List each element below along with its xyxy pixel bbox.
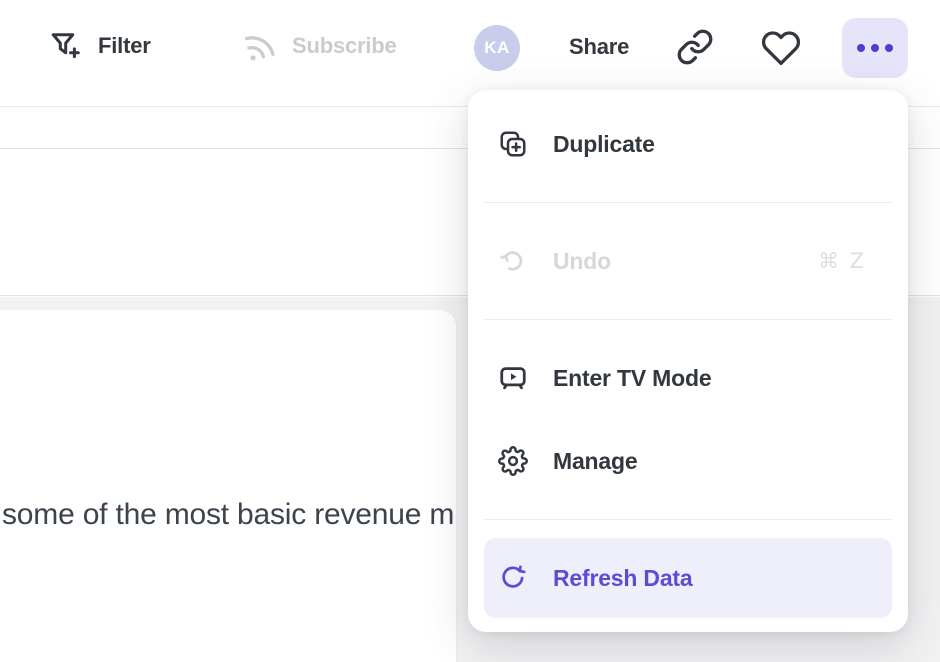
ellipsis-dot [871,44,879,52]
app-screen: some of the most basic revenue m Filter [0,0,940,662]
menu-divider [484,202,892,203]
undo-icon [498,246,528,276]
tv-mode-icon [498,363,528,393]
menu-item-duplicate[interactable]: Duplicate [484,104,892,184]
menu-label: Refresh Data [553,565,693,592]
subscribe-label: Subscribe [292,33,397,59]
ellipsis-dot [857,44,865,52]
menu-label: Undo [553,248,611,275]
content-card: some of the most basic revenue m [0,310,456,662]
menu-item-manage[interactable]: Manage [484,421,892,501]
menu-label: Duplicate [553,131,655,158]
more-options-menu: Duplicate Undo ⌘ Z Enter TV M [468,90,908,632]
menu-label: Manage [553,448,637,475]
refresh-icon [498,563,528,593]
menu-item-undo[interactable]: Undo ⌘ Z [484,221,892,301]
share-button[interactable]: Share [569,34,629,60]
duplicate-icon [498,129,528,159]
avatar[interactable]: KA [474,25,520,71]
keyboard-shortcut: ⌘ Z [818,249,866,273]
rss-subscribe-icon [242,28,278,64]
menu-item-refresh-data[interactable]: Refresh Data [484,538,892,618]
copy-link-button[interactable] [676,28,714,66]
filter-label: Filter [98,33,151,59]
menu-divider [484,519,892,520]
heart-icon [761,28,801,68]
menu-divider [484,319,892,320]
link-icon [676,28,714,66]
more-options-button[interactable] [842,18,908,78]
subscribe-button[interactable]: Subscribe [242,28,397,64]
gear-icon [498,446,528,476]
menu-label: Enter TV Mode [553,365,711,392]
menu-item-tv-mode[interactable]: Enter TV Mode [484,338,892,418]
share-label: Share [569,34,629,60]
avatar-initials: KA [484,38,510,58]
filter-button[interactable]: Filter [48,28,151,64]
favorite-button[interactable] [761,28,801,68]
filter-funnel-icon [48,28,84,64]
ellipsis-dot [885,44,893,52]
